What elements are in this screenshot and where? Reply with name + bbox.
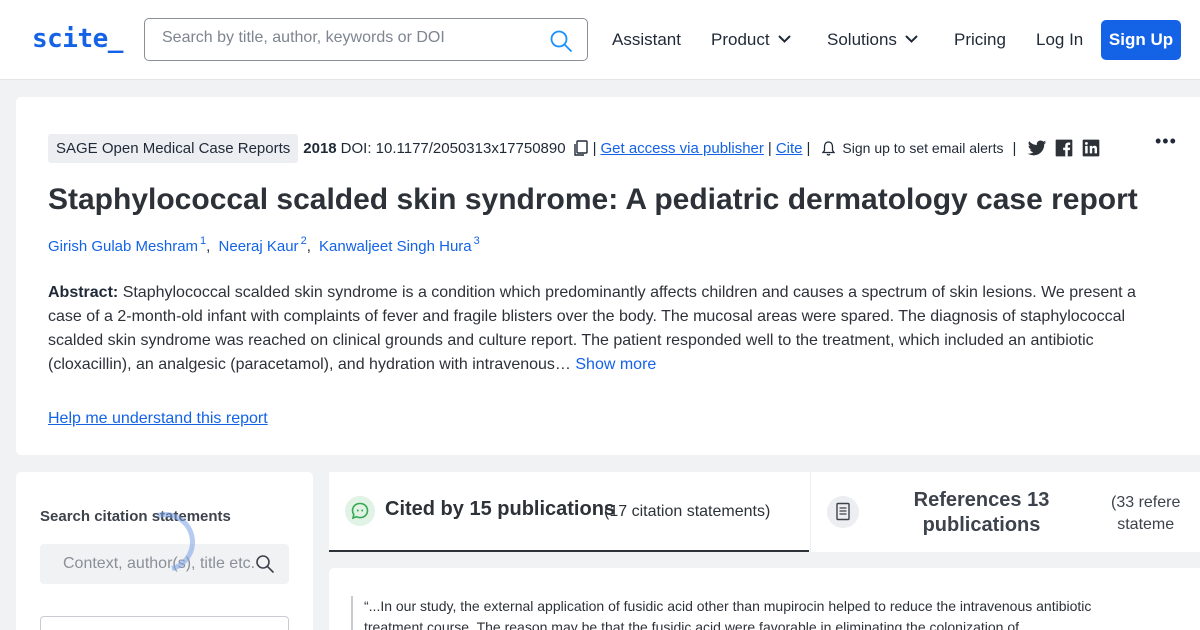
copy-icon[interactable] <box>572 139 589 157</box>
cite-link[interactable]: Cite <box>776 140 803 157</box>
help-understand-link[interactable]: Help me understand this report <box>48 410 268 428</box>
author-link[interactable]: Neeraj Kaur 2 <box>219 235 307 255</box>
citation-search-panel: Search citation statements Context, auth… <box>16 472 313 630</box>
nav-pricing[interactable]: Pricing <box>954 30 1006 50</box>
facebook-icon[interactable] <box>1054 138 1074 158</box>
nav-product-label: Product <box>711 30 770 49</box>
doi-text: DOI: 10.1177/2050313x17750890 <box>340 139 566 157</box>
global-search-input[interactable] <box>162 29 542 47</box>
nav-solutions[interactable]: Solutions <box>827 30 918 50</box>
journal-chip[interactable]: SAGE Open Medical Case Reports <box>48 133 299 163</box>
get-access-link[interactable]: Get access via publisher <box>600 140 763 157</box>
tab-cited-by[interactable]: Cited by 15 publications (17 citation st… <box>329 472 809 552</box>
nav-solutions-label: Solutions <box>827 30 897 49</box>
separator: | <box>806 139 811 157</box>
separator: | <box>1012 139 1017 157</box>
sort-dropdown[interactable] <box>40 616 289 630</box>
document-icon <box>827 496 859 528</box>
twitter-icon[interactable] <box>1027 138 1047 158</box>
tab-references[interactable]: References 13 publications (33 refere sta… <box>810 472 1200 552</box>
article-meta-row: SAGE Open Medical Case Reports 2018 DOI:… <box>48 133 1101 163</box>
author-link[interactable]: Girish Gulab Meshram 1 <box>48 235 206 255</box>
reference-statements-count: (33 refere stateme <box>1111 494 1181 533</box>
more-options-icon[interactable]: ••• <box>1155 131 1177 152</box>
linkedin-icon[interactable] <box>1081 138 1101 158</box>
email-alerts-link[interactable]: Sign up to set email alerts <box>842 140 1003 156</box>
top-navigation-bar: scite_ Assistant Product Solutions Prici… <box>0 0 1200 80</box>
bell-icon[interactable] <box>820 140 837 157</box>
author-link[interactable]: Kanwaljeet Singh Hura 3 <box>319 235 480 255</box>
citation-tabs: Cited by 15 publications (17 citation st… <box>329 472 1200 552</box>
citation-statement-card: “...In our study, the external applicati… <box>329 568 1200 630</box>
citation-search-title: Search citation statements <box>40 508 231 525</box>
citation-statement-text: “...In our study, the external applicati… <box>364 598 1092 630</box>
references-count: References 13 publications <box>913 489 1050 536</box>
speech-bubble-icon <box>345 496 375 526</box>
nav-product[interactable]: Product <box>711 30 791 50</box>
article-title: Staphylococcal scalded skin syndrome: A … <box>48 183 1138 216</box>
scite-logo[interactable]: scite_ <box>32 24 123 54</box>
citation-statements-count: (17 citation statements) <box>604 503 771 520</box>
abstract-label: Abstract: <box>48 284 119 301</box>
signup-button[interactable]: Sign Up <box>1101 20 1181 60</box>
author-list: Girish Gulab Meshram 1, Neeraj Kaur 2, Kan… <box>48 235 480 255</box>
separator: | <box>592 139 597 157</box>
search-icon[interactable] <box>549 29 573 53</box>
publication-year: 2018 <box>303 139 337 157</box>
chevron-down-icon <box>777 34 791 43</box>
nav-assistant[interactable]: Assistant <box>612 30 681 50</box>
quote-bar <box>351 596 353 630</box>
login-link[interactable]: Log In <box>1036 30 1083 50</box>
global-search-box[interactable] <box>144 18 588 61</box>
article-card: SAGE Open Medical Case Reports 2018 DOI:… <box>16 97 1200 455</box>
cited-by-count: Cited by 15 publications <box>385 498 616 520</box>
search-icon[interactable] <box>255 554 275 574</box>
show-more-link[interactable]: Show more <box>575 356 656 373</box>
abstract: Abstract: Staphylococcal scalded skin sy… <box>48 281 1143 377</box>
separator: | <box>767 139 772 157</box>
chevron-down-icon <box>905 34 918 43</box>
